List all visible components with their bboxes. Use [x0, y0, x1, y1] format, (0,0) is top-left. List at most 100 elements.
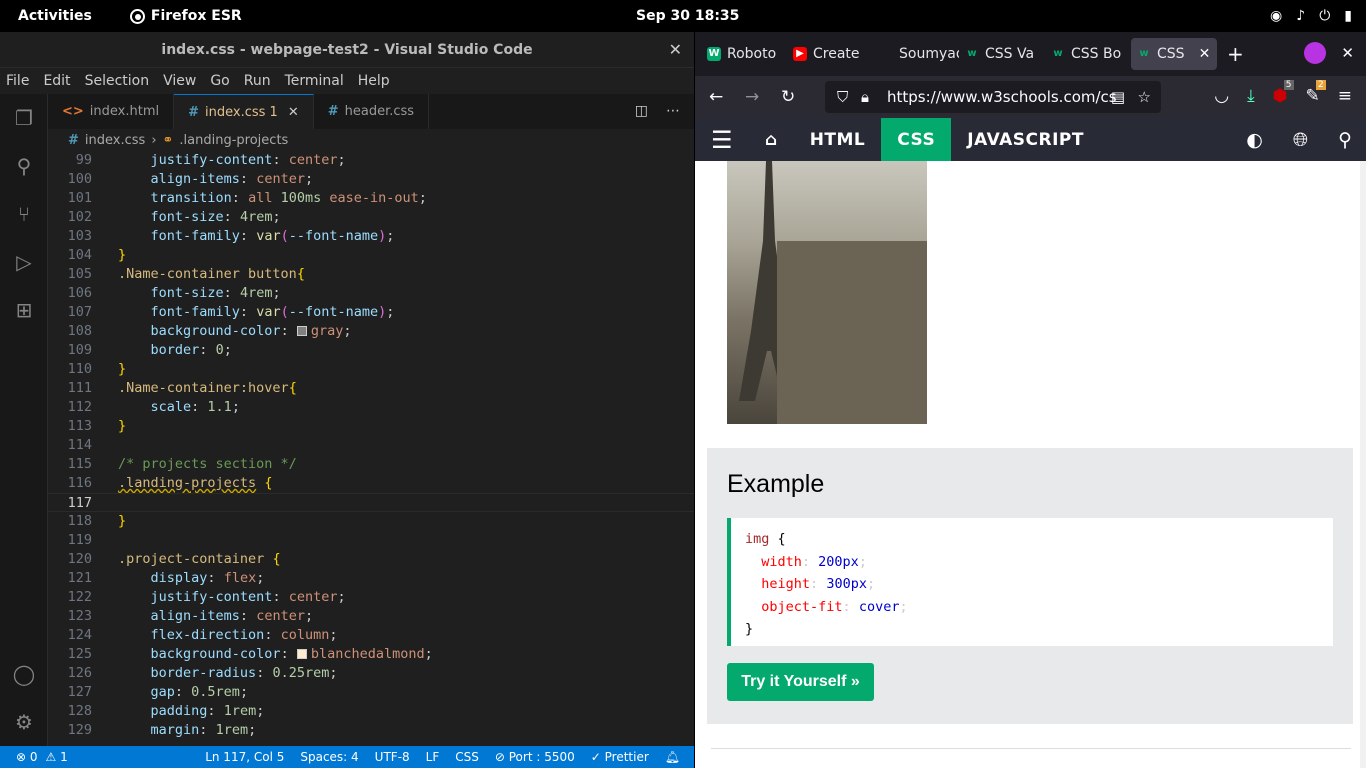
tab-index-html[interactable]: <> index.html [48, 94, 175, 129]
run-debug-icon[interactable]: ▷ [12, 250, 36, 274]
bell-icon[interactable]: 🔔︎ [665, 750, 680, 764]
extension-icon[interactable]: ✎ 2 [1306, 80, 1326, 106]
code-line[interactable]: 105 .Name-container button{ [48, 265, 694, 284]
reload-button[interactable]: ↻ [781, 87, 795, 107]
home-icon[interactable]: ⌂ [749, 118, 794, 161]
code-line[interactable]: 114 [48, 436, 694, 455]
browser-tab[interactable]: Soumyade [873, 38, 959, 70]
extensions-icon[interactable]: ⊞ [12, 298, 36, 322]
tab-header-css[interactable]: # header.css [313, 94, 430, 129]
code-line[interactable]: 123 align-items: center; [48, 607, 694, 626]
volume-icon[interactable]: ♪ [1296, 8, 1305, 24]
prettier-status[interactable]: ✓ Prettier [591, 750, 649, 764]
try-it-yourself-button[interactable]: Try it Yourself » [727, 663, 874, 701]
new-tab-button[interactable]: + [1227, 42, 1244, 66]
menu-help[interactable]: Help [358, 73, 390, 89]
browser-tab-active[interactable]: w CSS ✕ [1131, 38, 1217, 70]
code-line[interactable]: 107 font-family: var(--font-name); [48, 303, 694, 322]
code-line[interactable]: 125 background-color: blanchedalmond; [48, 645, 694, 664]
code-line[interactable]: 111 .Name-container:hover{ [48, 379, 694, 398]
code-line[interactable]: 100 align-items: center; [48, 170, 694, 189]
hamburger-menu-icon[interactable]: ☰ [695, 118, 749, 161]
code-line[interactable]: 106 font-size: 4rem; [48, 284, 694, 303]
account-icon[interactable]: ◯ [12, 662, 36, 686]
tracking-protection-icon[interactable]: ⛉ [837, 88, 848, 106]
code-line[interactable]: 121 display: flex; [48, 569, 694, 588]
split-editor-icon[interactable]: ◫ [635, 103, 648, 119]
code-line[interactable]: 124 flex-direction: column; [48, 626, 694, 645]
language-mode[interactable]: CSS [455, 750, 479, 764]
url-bar[interactable]: ⛉ 🔒︎ https://www.w3schools.com/cs ▤ ☆ [825, 81, 1161, 113]
code-line[interactable]: 119 [48, 531, 694, 550]
browser-tab[interactable]: ▶ Create [787, 38, 873, 70]
reader-view-icon[interactable]: ▤ [1111, 88, 1125, 106]
tab-index-css[interactable]: # index.css 1 ✕ [174, 94, 314, 129]
close-tab-icon[interactable]: ✕ [1199, 46, 1211, 62]
code-line[interactable]: 108 background-color: gray; [48, 322, 694, 341]
problems-warnings[interactable]: ⚠ 1 [46, 750, 68, 764]
code-line[interactable]: 102 font-size: 4rem; [48, 208, 694, 227]
cursor-position[interactable]: Ln 117, Col 5 [205, 750, 284, 764]
code-line[interactable]: 122 justify-content: center; [48, 588, 694, 607]
code-line[interactable]: 99 justify-content: center; [48, 151, 694, 170]
close-icon[interactable]: ✕ [669, 40, 682, 59]
color-swatch-blanchedalmond[interactable] [296, 649, 307, 659]
code-line[interactable]: 115/* projects section */ [48, 455, 694, 474]
system-tray[interactable]: ◉ ♪ ⏻ ▮ [1270, 8, 1352, 24]
code-line-current[interactable]: 117 [48, 493, 694, 512]
code-line[interactable]: 120 .project-container { [48, 550, 694, 569]
close-tab-icon[interactable]: ✕ [288, 105, 299, 120]
more-actions-icon[interactable]: ⋯ [666, 103, 680, 119]
browser-tab[interactable]: w CSS Va [959, 38, 1045, 70]
pocket-icon[interactable]: ◡ [1214, 86, 1229, 106]
app-menu[interactable]: Firefox ESR [129, 8, 242, 24]
code-line[interactable]: 104} [48, 246, 694, 265]
browser-tab[interactable]: w CSS Bo [1045, 38, 1131, 70]
globe-icon[interactable]: 🌐︎ [1293, 129, 1308, 151]
breadcrumb-symbol[interactable]: .landing-projects [179, 133, 288, 148]
lock-icon[interactable]: 🔒︎ [861, 88, 869, 106]
menu-edit[interactable]: Edit [43, 73, 70, 89]
battery-icon[interactable]: ▮ [1344, 8, 1352, 24]
menu-terminal[interactable]: Terminal [285, 73, 344, 89]
nav-javascript[interactable]: JAVASCRIPT [951, 118, 1100, 161]
color-swatch-gray[interactable] [296, 326, 307, 336]
url-text[interactable]: https://www.w3schools.com/cs [887, 88, 1117, 106]
breadcrumb-file[interactable]: index.css [85, 133, 145, 148]
search-icon[interactable]: ⚲ [1338, 129, 1352, 151]
power-icon[interactable]: ⏻ [1319, 8, 1330, 24]
menu-file[interactable]: File [6, 73, 29, 89]
ublock-icon[interactable]: ⬢ 5 [1273, 80, 1294, 106]
explorer-icon[interactable]: ❐ [12, 106, 36, 130]
code-line[interactable]: 109 border: 0; [48, 341, 694, 360]
wifi-icon[interactable]: ◉ [1270, 8, 1282, 24]
activities-button[interactable]: Activities [18, 8, 92, 24]
code-line[interactable]: 110} [48, 360, 694, 379]
menu-selection[interactable]: Selection [85, 73, 150, 89]
menu-go[interactable]: Go [210, 73, 229, 89]
back-button[interactable]: ← [709, 87, 723, 107]
search-icon[interactable]: ⚲ [12, 154, 36, 178]
problems-errors[interactable]: ⊗ 0 [16, 750, 38, 764]
encoding[interactable]: UTF-8 [375, 750, 410, 764]
code-line[interactable]: 128 padding: 1rem; [48, 702, 694, 721]
end-of-line[interactable]: LF [426, 750, 440, 764]
menu-run[interactable]: Run [244, 73, 271, 89]
menu-icon[interactable]: ≡ [1338, 86, 1352, 106]
nav-html[interactable]: HTML [794, 118, 882, 161]
code-line[interactable]: 126 border-radius: 0.25rem; [48, 664, 694, 683]
gear-icon[interactable]: ⚙ [12, 710, 36, 734]
code-line[interactable]: 118} [48, 512, 694, 531]
code-line[interactable]: 112 scale: 1.1; [48, 398, 694, 417]
indentation[interactable]: Spaces: 4 [300, 750, 358, 764]
forward-button[interactable]: → [745, 87, 759, 107]
download-icon[interactable]: ⤓ [1247, 86, 1255, 106]
code-line[interactable]: 101 transition: all 100ms ease-in-out; [48, 189, 694, 208]
nav-css[interactable]: CSS [881, 118, 952, 161]
source-control-icon[interactable]: ⑂ [12, 202, 36, 226]
browser-tab[interactable]: W Roboto [701, 38, 787, 70]
code-line[interactable]: 113} [48, 417, 694, 436]
dark-mode-icon[interactable]: ◐ [1246, 129, 1263, 151]
code-line[interactable]: 116 .landing-projects { [48, 474, 694, 493]
page-scrollbar[interactable] [1360, 161, 1366, 768]
